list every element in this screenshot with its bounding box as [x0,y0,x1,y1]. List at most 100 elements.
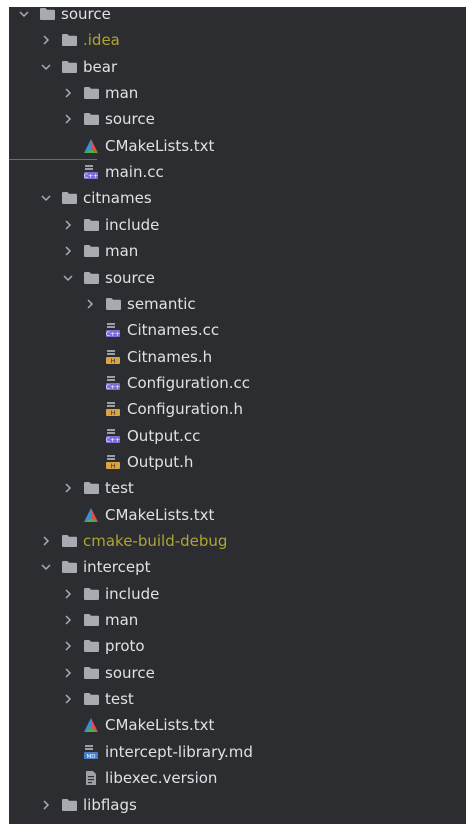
cmake-icon [83,138,101,154]
cpp-file-icon: C++ [105,428,123,444]
chevron-down-icon[interactable] [17,9,31,19]
tree-item-label: man [105,611,139,630]
tree-item-label: proto [105,637,145,656]
tree-item-label: bear [83,57,118,76]
folder-icon [83,243,101,259]
tree-item-label: Output.cc [127,426,201,445]
tree-folder-row[interactable]: source [9,265,466,291]
tree-item-label: .idea [83,31,120,50]
tree-folder-row[interactable]: man [9,607,466,633]
folder-icon [83,270,101,286]
tree-item-label: semantic [127,294,196,313]
tree-item-label: man [105,242,139,261]
project-tree-panel: source .idea bear man source CMakeLists.txt C+… [9,7,466,824]
folder-icon [61,190,79,206]
folder-icon [83,85,101,101]
cpp-file-icon: C++ [105,322,123,338]
svg-text:C++: C++ [106,437,120,444]
cmake-icon [83,507,101,523]
tree-file-row[interactable]: C++ Output.cc [9,423,466,449]
tree-folder-row[interactable]: bear [9,54,466,80]
chevron-right-icon[interactable] [61,483,75,493]
tree-folder-row[interactable]: libflags [9,792,466,818]
folder-icon [83,665,101,681]
tree-folder-row[interactable]: proto [9,633,466,659]
tree-item-label: Configuration.cc [127,373,250,392]
folder-icon [83,691,101,707]
folder-icon [61,559,79,575]
tree-folder-row[interactable]: .idea [9,27,466,53]
tree-file-row[interactable]: H Citnames.h [9,344,466,370]
folder-icon [83,586,101,602]
tree-file-row[interactable]: CMakeLists.txt [9,133,466,159]
tree-item-label: libflags [83,795,137,814]
tree-item-label: test [105,479,134,498]
svg-text:MD: MD [87,754,96,760]
chevron-right-icon[interactable] [61,641,75,651]
chevron-down-icon[interactable] [39,562,53,572]
tree-item-label: include [105,584,160,603]
tree-folder-row[interactable]: source [9,106,466,132]
tree-file-row[interactable]: CMakeLists.txt [9,712,466,738]
tree-folder-row[interactable]: intercept [9,554,466,580]
tree-file-row[interactable]: MD intercept-library.md [9,739,466,765]
header-file-icon: H [105,401,123,417]
tree-folder-row[interactable]: include [9,212,466,238]
tree-file-row[interactable]: H Output.h [9,449,466,475]
tree-file-row[interactable]: libexec.version [9,765,466,791]
svg-text:C++: C++ [106,384,120,391]
header-file-icon: H [105,349,123,365]
chevron-down-icon[interactable] [39,193,53,203]
chevron-right-icon[interactable] [39,799,53,810]
tree-item-label: test [105,690,134,709]
tree-folder-row[interactable]: source [9,660,466,686]
chevron-right-icon[interactable] [61,246,75,256]
tree-item-label: CMakeLists.txt [105,505,215,524]
tree-file-row[interactable]: C++ Citnames.cc [9,317,466,343]
folder-icon [61,32,79,48]
tree-item-label: CMakeLists.txt [105,716,215,735]
tree-folder-row[interactable]: cmake-build-debug [9,528,466,554]
folder-icon [83,217,101,233]
tree-item-label: Output.h [127,452,194,471]
chevron-right-icon[interactable] [39,35,53,45]
svg-text:C++: C++ [106,331,120,338]
tree-item-label: main.cc [105,163,164,182]
tree-item-label: Configuration.h [127,400,244,419]
tree-folder-row[interactable]: test [9,686,466,712]
tree-file-row[interactable]: C++ Configuration.cc [9,370,466,396]
text-file-icon [83,770,101,786]
chevron-down-icon[interactable] [61,273,75,283]
svg-text:H: H [111,357,116,365]
chevron-right-icon[interactable] [61,589,75,599]
markdown-file-icon: MD [83,744,101,760]
tree-folder-row[interactable]: semantic [9,291,466,317]
tree-file-row[interactable]: CMakeLists.txt [9,502,466,528]
tree-folder-row[interactable]: man [9,238,466,264]
chevron-right-icon[interactable] [61,114,75,124]
tree-folder-row[interactable]: man [9,80,466,106]
chevron-right-icon[interactable] [61,220,75,230]
tree-item-label: citnames [83,189,152,208]
folder-icon [83,612,101,628]
svg-text:C++: C++ [84,173,98,180]
chevron-down-icon[interactable] [39,62,53,72]
cmake-icon [83,717,101,733]
tree-folder-row[interactable]: citnames [9,185,466,211]
tree-folder-row[interactable]: test [9,475,466,501]
tree-file-row[interactable]: H Configuration.h [9,396,466,422]
tree-folder-row[interactable]: source [9,7,466,27]
chevron-right-icon[interactable] [61,615,75,625]
folder-icon [83,480,101,496]
chevron-right-icon[interactable] [83,299,97,309]
tree-item-label: Citnames.cc [127,321,220,340]
tree-item-label: source [61,7,111,23]
tree-item-label: libexec.version [105,769,218,788]
chevron-right-icon[interactable] [61,668,75,678]
tree-folder-row[interactable]: include [9,581,466,607]
chevron-right-icon[interactable] [61,88,75,98]
chevron-right-icon[interactable] [39,536,53,546]
chevron-right-icon[interactable] [61,694,75,704]
tree-file-row[interactable]: C++ main.cc [9,159,466,185]
svg-text:H: H [111,462,116,470]
